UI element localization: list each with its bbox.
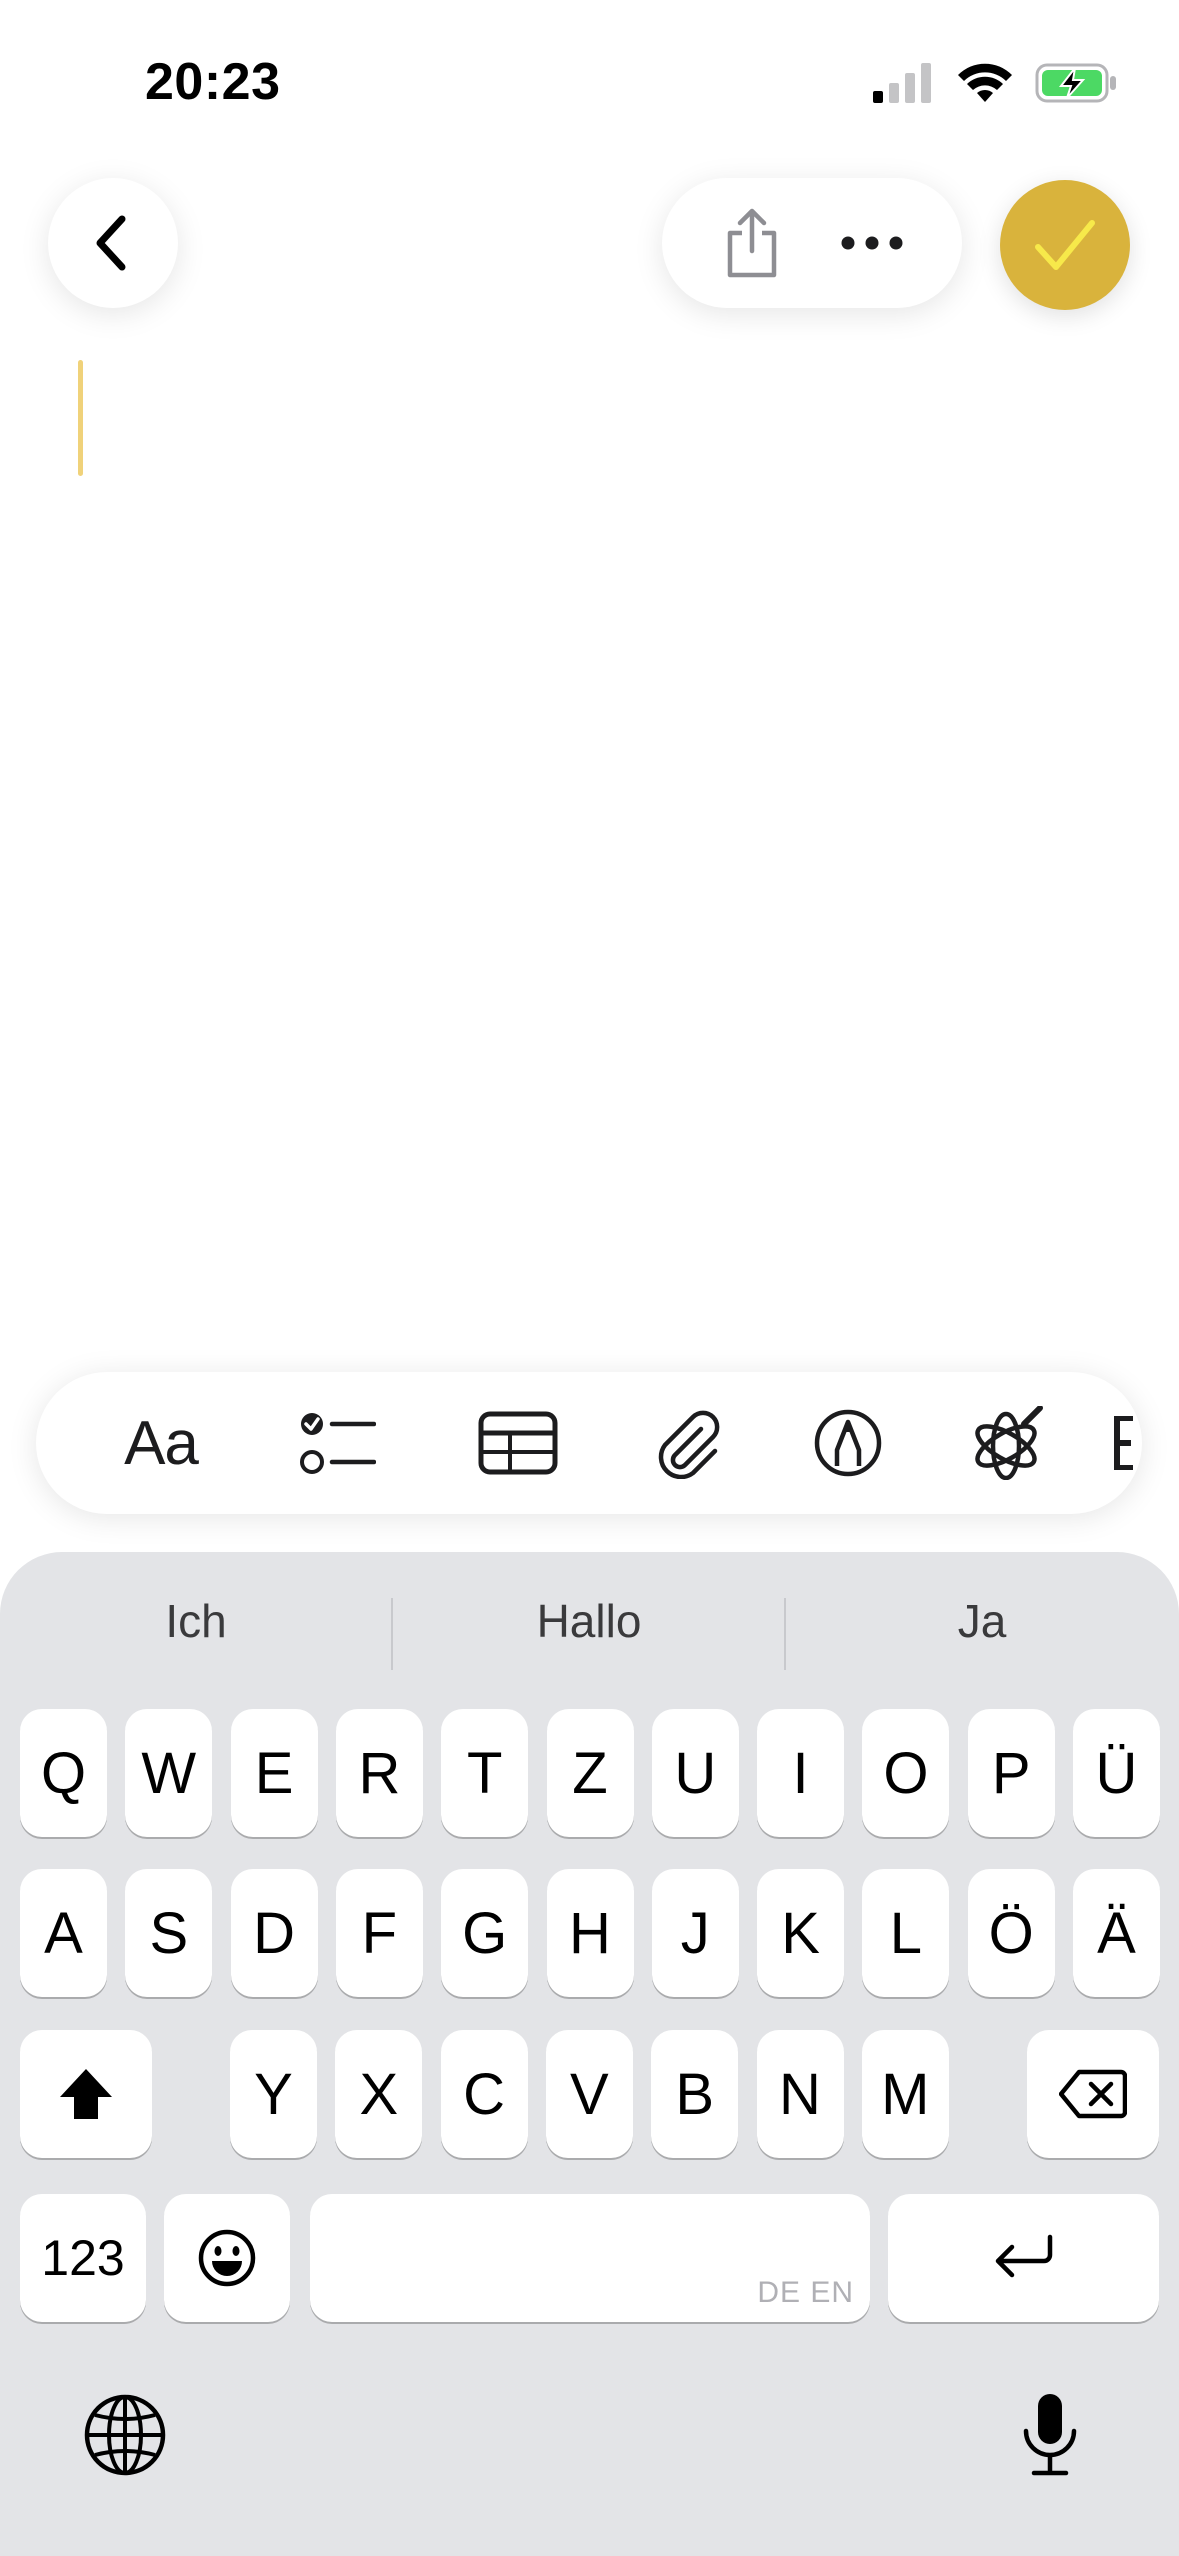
status-time: 20:23 bbox=[145, 53, 281, 111]
dictation-button[interactable] bbox=[995, 2380, 1105, 2490]
suggestion-bar: Ich Hallo Ja bbox=[0, 1552, 1179, 1698]
markup-button[interactable] bbox=[768, 1372, 928, 1514]
key-row1-7[interactable]: U bbox=[651, 1709, 739, 1837]
numbers-key[interactable]: 123 bbox=[20, 2194, 146, 2322]
key-row3-4[interactable]: V bbox=[545, 2030, 633, 2158]
space-key[interactable]: DE EN bbox=[310, 2194, 870, 2322]
formatting-toolbar: Aa bbox=[36, 1372, 1142, 1514]
notes-editor-screen: 20:23 Aa Ich Hallo Ja Q W E R T Z U I O … bbox=[0, 0, 1179, 2556]
key-row2-5[interactable]: G bbox=[441, 1869, 529, 1997]
key-row3-6[interactable]: N bbox=[756, 2030, 844, 2158]
truncated-tool-icon bbox=[1114, 1416, 1133, 1470]
key-row2-2[interactable]: S bbox=[125, 1869, 213, 1997]
key-row2-7[interactable]: J bbox=[651, 1869, 739, 1997]
key-row3-3[interactable]: C bbox=[440, 2030, 528, 2158]
table-button[interactable] bbox=[438, 1372, 598, 1514]
attachment-button[interactable] bbox=[608, 1372, 768, 1514]
key-row2-8[interactable]: K bbox=[757, 1869, 845, 1997]
note-body[interactable] bbox=[0, 340, 1179, 1340]
key-row1-9[interactable]: O bbox=[862, 1709, 950, 1837]
globe-button[interactable] bbox=[70, 2380, 180, 2490]
keyboard: Ich Hallo Ja QWERTZUIOPÜ ASDFGHJKLÖÄ YXC… bbox=[0, 1552, 1179, 2556]
writing-tools-button[interactable] bbox=[928, 1372, 1088, 1514]
checkmark-icon bbox=[1035, 220, 1095, 270]
key-row1-4[interactable]: R bbox=[335, 1709, 423, 1837]
writing-tools-icon bbox=[975, 1406, 1043, 1480]
suggestion-1[interactable]: Ich bbox=[0, 1594, 392, 1648]
globe-icon bbox=[84, 2394, 166, 2476]
wifi-icon bbox=[958, 63, 1012, 102]
emoji-key[interactable] bbox=[164, 2194, 290, 2322]
checklist-button[interactable] bbox=[258, 1372, 418, 1514]
key-row3-5[interactable]: B bbox=[651, 2030, 739, 2158]
suggestion-2[interactable]: Hallo bbox=[393, 1594, 785, 1648]
status-icons bbox=[873, 62, 1119, 104]
table-icon bbox=[478, 1411, 558, 1475]
return-icon bbox=[995, 2234, 1052, 2278]
paperclip-icon bbox=[658, 1410, 720, 1479]
microphone-icon bbox=[1023, 2394, 1077, 2476]
key-row2-3[interactable]: D bbox=[230, 1869, 318, 1997]
text-format-button[interactable]: Aa bbox=[76, 1372, 246, 1514]
emoji-icon bbox=[198, 2229, 256, 2287]
key-row3-2[interactable]: X bbox=[335, 2030, 423, 2158]
share-button[interactable] bbox=[702, 193, 802, 293]
more-button[interactable] bbox=[822, 193, 922, 293]
key-row1-5[interactable]: T bbox=[441, 1709, 529, 1837]
done-button[interactable] bbox=[1000, 180, 1130, 310]
chevron-left-icon bbox=[96, 215, 126, 271]
key-row2-4[interactable]: F bbox=[335, 1869, 423, 1997]
actions-pill bbox=[662, 178, 962, 308]
key-row1-11[interactable]: Ü bbox=[1073, 1709, 1160, 1837]
key-row2-11[interactable]: Ä bbox=[1073, 1869, 1160, 1997]
key-row2-10[interactable]: Ö bbox=[967, 1869, 1055, 1997]
battery-charging-icon bbox=[1035, 63, 1116, 103]
key-row1-3[interactable]: E bbox=[230, 1709, 318, 1837]
key-row1-2[interactable]: W bbox=[125, 1709, 213, 1837]
share-icon bbox=[727, 208, 777, 278]
key-row2-9[interactable]: L bbox=[862, 1869, 950, 1997]
key-row1-8[interactable]: I bbox=[757, 1709, 845, 1837]
ellipsis-icon bbox=[841, 236, 903, 250]
suggestion-3[interactable]: Ja bbox=[786, 1594, 1178, 1648]
key-row1-1[interactable]: Q bbox=[20, 1709, 107, 1837]
back-button[interactable] bbox=[48, 178, 178, 308]
delete-key[interactable] bbox=[1027, 2030, 1159, 2158]
delete-icon bbox=[1059, 2069, 1127, 2119]
shift-icon bbox=[60, 2069, 112, 2119]
signal-icon bbox=[873, 63, 931, 103]
return-key[interactable] bbox=[888, 2194, 1159, 2322]
pen-circle-icon bbox=[814, 1409, 882, 1477]
key-row1-10[interactable]: P bbox=[967, 1709, 1055, 1837]
shift-key[interactable] bbox=[20, 2030, 152, 2158]
key-row3-1[interactable]: Y bbox=[230, 2030, 317, 2158]
checklist-icon bbox=[300, 1413, 376, 1474]
key-row2-6[interactable]: H bbox=[546, 1869, 634, 1997]
key-row2-1[interactable]: A bbox=[20, 1869, 107, 1997]
key-row1-6[interactable]: Z bbox=[546, 1709, 634, 1837]
more-tools-button[interactable] bbox=[1096, 1372, 1142, 1514]
key-row3-7[interactable]: M bbox=[861, 2030, 949, 2158]
space-language-label: DE EN bbox=[757, 2276, 854, 2309]
